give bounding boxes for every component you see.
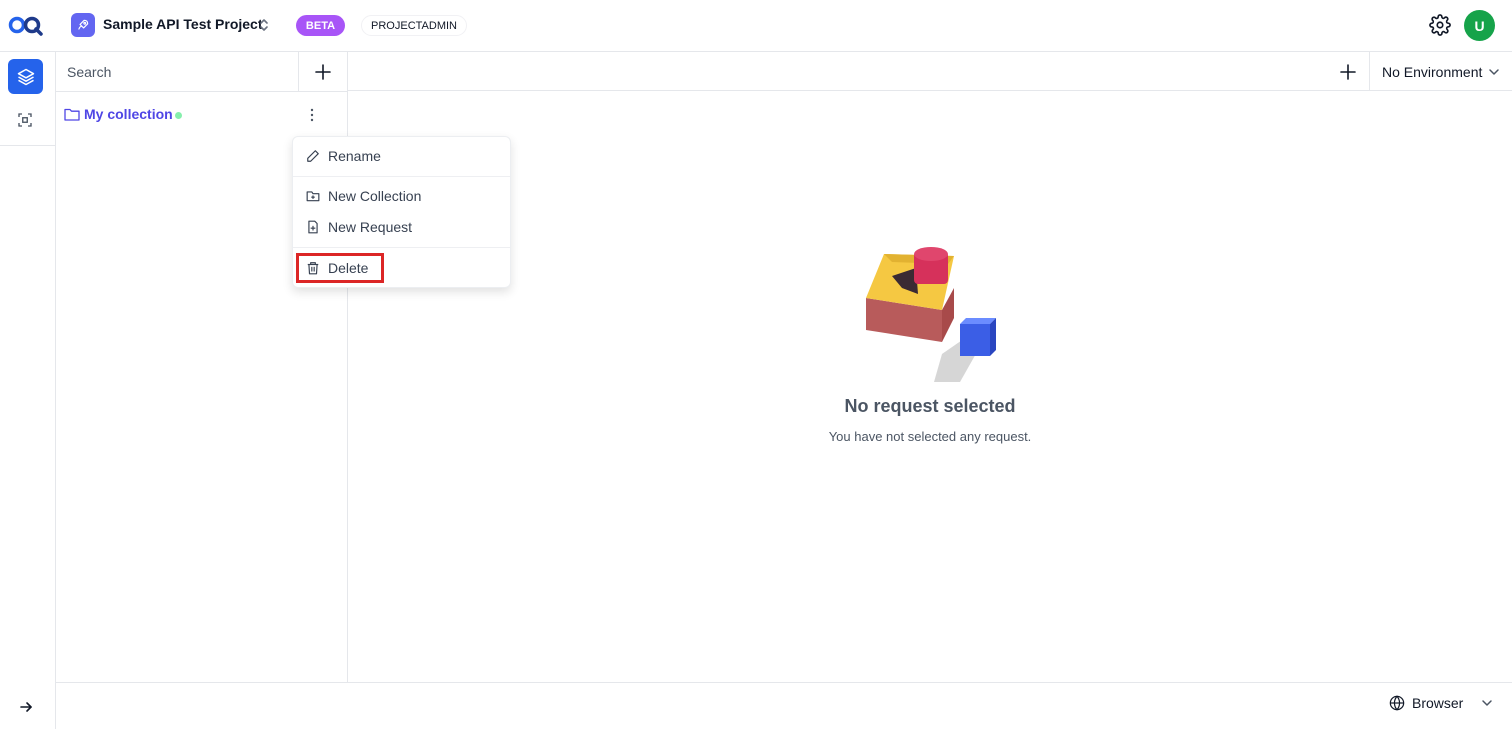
- toolbar-divider: [1369, 52, 1370, 90]
- empty-title: No request selected: [844, 396, 1016, 416]
- footer-bar: Browser: [56, 682, 1512, 729]
- app-logo-icon[interactable]: [8, 14, 44, 36]
- menu-divider: [293, 247, 510, 248]
- runtime-select[interactable]: Browser: [1389, 695, 1493, 711]
- rail-divider: [0, 145, 55, 146]
- collection-name[interactable]: My collection: [84, 106, 173, 122]
- plus-icon[interactable]: [1339, 63, 1357, 81]
- menu-item-new-collection[interactable]: New Collection: [293, 182, 510, 210]
- menu-item-rename[interactable]: Rename: [293, 142, 510, 170]
- environment-select[interactable]: No Environment: [1382, 62, 1500, 82]
- beta-badge: BETA: [296, 15, 345, 36]
- status-dot: [175, 112, 182, 119]
- file-plus-icon: [308, 220, 318, 234]
- arrow-right-icon[interactable]: [16, 698, 36, 716]
- collection-context-menu: Rename New Collection New Request Delete: [292, 136, 511, 288]
- folder-icon: [64, 108, 80, 121]
- frame-icon: [18, 113, 32, 127]
- folder-plus-icon: [306, 191, 320, 202]
- rail-item-collections[interactable]: [8, 59, 43, 94]
- top-bar: Sample API Test Project BETA PROJECTADMI…: [0, 0, 1512, 52]
- main-toolbar: No Environment: [348, 52, 1512, 91]
- pencil-icon: [307, 150, 319, 162]
- runtime-label: Browser: [1412, 695, 1464, 711]
- menu-item-label: New Collection: [328, 188, 422, 204]
- menu-item-new-request[interactable]: New Request: [293, 213, 510, 241]
- project-name[interactable]: Sample API Test Project: [103, 16, 263, 32]
- menu-item-label: New Request: [328, 219, 413, 235]
- rail-item-environments[interactable]: [13, 108, 37, 132]
- trash-icon: [307, 262, 319, 275]
- more-vertical-icon[interactable]: [304, 105, 320, 125]
- search-input[interactable]: [56, 52, 299, 91]
- menu-divider: [293, 176, 510, 177]
- menu-item-label: Delete: [328, 260, 369, 276]
- chevron-down-icon: [1489, 69, 1500, 75]
- chevron-down-icon: [1482, 700, 1493, 706]
- role-badge: PROJECTADMIN: [361, 15, 467, 36]
- plus-icon[interactable]: [314, 63, 332, 81]
- search-row: [56, 52, 347, 92]
- avatar[interactable]: U: [1464, 10, 1495, 41]
- layers-icon: [17, 68, 34, 85]
- empty-illustration: [866, 247, 996, 382]
- chevron-updown-icon[interactable]: [257, 15, 271, 35]
- left-rail: [0, 52, 56, 729]
- environment-label: No Environment: [1382, 64, 1483, 80]
- rocket-icon[interactable]: [71, 13, 95, 37]
- menu-item-label: Rename: [328, 148, 381, 164]
- globe-icon: [1389, 695, 1405, 711]
- menu-item-delete[interactable]: Delete: [293, 254, 510, 282]
- gear-icon[interactable]: [1429, 14, 1451, 36]
- collection-item[interactable]: My collection: [64, 104, 344, 126]
- empty-subtitle: You have not selected any request.: [828, 429, 1032, 444]
